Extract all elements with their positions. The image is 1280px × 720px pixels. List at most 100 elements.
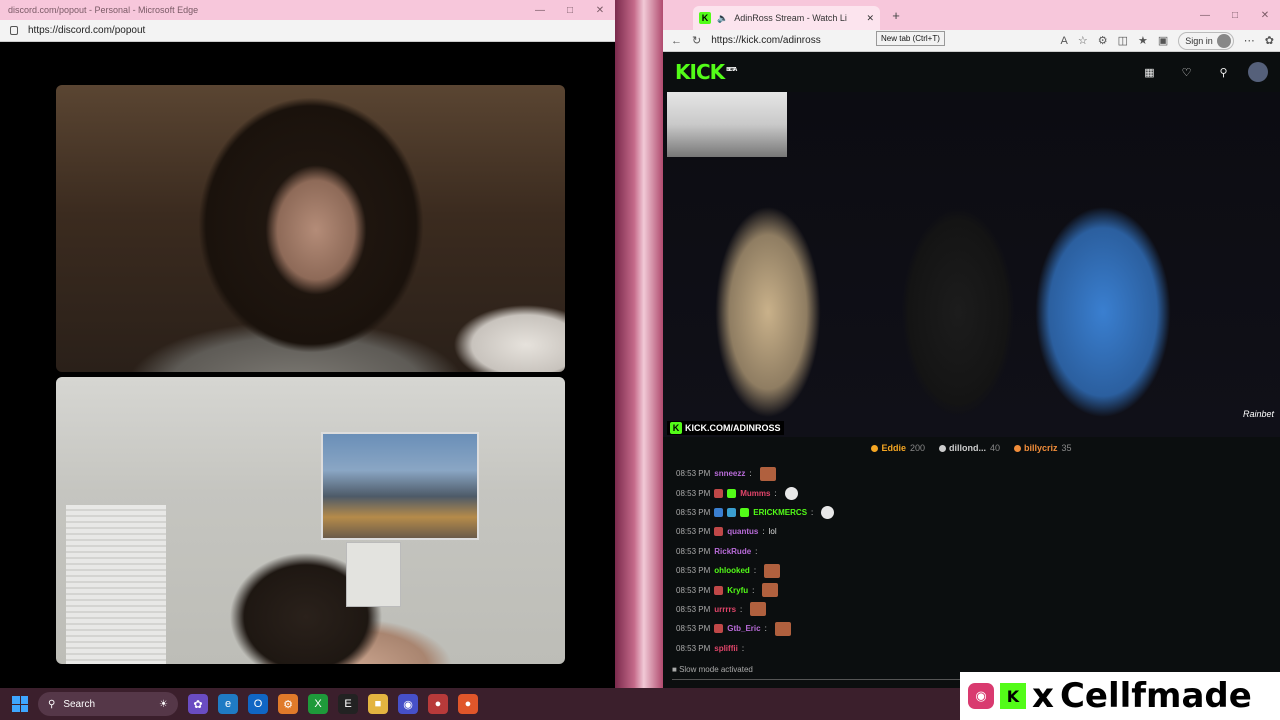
emote-icon (750, 602, 767, 617)
favorites-icon[interactable]: ★ (1138, 34, 1148, 47)
kick-window: K 🔈 AdinRoss Stream - Watch Li ✕ + — □ ✕… (663, 0, 1280, 690)
gifter-name: Eddie (881, 443, 906, 453)
gifter-item[interactable]: dillond... 40 (939, 443, 1000, 453)
more-options-icon[interactable]: ⋯ (1244, 34, 1255, 47)
user-avatar[interactable] (1248, 62, 1268, 82)
chat-username[interactable]: urrrrs (714, 605, 736, 614)
browse-icon[interactable]: ▦ (1131, 66, 1168, 79)
new-tab-button[interactable]: + (886, 8, 906, 23)
chat-username[interactable]: ohlooked (714, 566, 750, 575)
back-icon[interactable]: ← (671, 35, 682, 47)
obs-app-icon[interactable]: ◉ (398, 694, 418, 714)
collections-icon[interactable]: ▣ (1158, 34, 1168, 47)
file-explorer-app-icon[interactable]: ■ (368, 694, 388, 714)
left-titlebar[interactable]: discord.com/popout - Personal - Microsof… (0, 0, 615, 20)
chat-timestamp: 08:53 PM (676, 469, 711, 479)
favorite-star-icon[interactable]: ☆ (1078, 34, 1088, 47)
maximize-icon[interactable]: □ (1220, 10, 1250, 21)
chat-timestamp: 08:53 PM (676, 566, 711, 576)
chrome-app-icon[interactable]: ● (428, 694, 448, 714)
kick-favicon-icon: K (699, 12, 711, 24)
chat-username[interactable]: snneezz (714, 469, 745, 478)
chat-message[interactable]: 08:53 PM spliffii: (676, 639, 1280, 658)
chat-separator: : (764, 624, 767, 634)
chat-separator: : (753, 566, 757, 576)
kick-logo[interactable]: KICK BETA (675, 60, 737, 84)
kick-badge-icon: K (670, 422, 682, 434)
split-screen-icon[interactable]: ◫ (1118, 34, 1128, 47)
instagram-icon: ◉ (968, 683, 994, 709)
chat-separator: : (811, 507, 814, 517)
chat-message[interactable]: 08:53 PM RickRude: (676, 542, 1280, 561)
extensions-icon[interactable]: ⚙ (1098, 34, 1108, 47)
chat-timestamp: 08:53 PM (676, 488, 711, 498)
overlay-handle: Cellfmade (1059, 676, 1252, 716)
xbox-app-icon[interactable]: X (308, 694, 328, 714)
chat-badge-icon (727, 488, 737, 498)
window-blind (66, 505, 166, 664)
chat-badge-icon (714, 585, 724, 595)
video-tile-2[interactable] (56, 377, 565, 664)
tab-close-icon[interactable]: ✕ (866, 13, 874, 24)
air-conditioner (346, 542, 401, 607)
left-address-bar[interactable]: https://discord.com/popout (0, 20, 615, 42)
following-heart-icon[interactable]: ♡ (1168, 66, 1205, 79)
emote-icon (774, 621, 791, 636)
chat-username[interactable]: quantus (727, 527, 758, 536)
video-tile-1[interactable] (56, 85, 565, 372)
chat-username[interactable]: Mumms (740, 489, 770, 498)
chat-username[interactable]: Kryfu (727, 586, 748, 595)
speaker-icon[interactable]: 🔈 (717, 13, 728, 24)
chat-message[interactable]: 08:53 PM ERICKMERCS: (676, 503, 1280, 522)
gifter-item[interactable]: Eddie 200 (871, 443, 925, 453)
gifter-name: dillond... (949, 443, 986, 453)
video-player[interactable]: K KICK.COM/ADINROSS Rainbet (663, 92, 1280, 437)
chat-message[interactable]: 08:53 PM Mumms: (676, 483, 1280, 502)
close-icon[interactable]: ✕ (1250, 10, 1280, 21)
chat-text: lol (768, 527, 777, 537)
read-aloud-icon[interactable]: A (1060, 35, 1067, 47)
chat-message[interactable]: 08:53 PM urrrrs: (676, 600, 1280, 619)
chat-timestamp: 08:53 PM (676, 643, 711, 653)
chat-badge-icon (714, 488, 724, 498)
copilot-icon[interactable]: ✿ (1265, 34, 1274, 47)
settings-app-icon[interactable]: ⚙ (278, 694, 298, 714)
chat-username[interactable]: ERICKMERCS (753, 508, 807, 517)
tab-bar: K 🔈 AdinRoss Stream - Watch Li ✕ + — □ ✕ (663, 0, 1280, 30)
close-icon[interactable]: ✕ (585, 5, 615, 16)
chat-username[interactable]: spliffii (714, 644, 738, 653)
copilot-app-icon[interactable]: ✿ (188, 694, 208, 714)
epic-games-app-icon[interactable]: E (338, 694, 358, 714)
outlook-app-icon[interactable]: O (248, 694, 268, 714)
chat-message[interactable]: 08:53 PM quantus: lol (676, 522, 1280, 541)
sponsor-watermark: Rainbet (1242, 409, 1274, 419)
emote-icon (784, 486, 798, 500)
edge-app-icon[interactable]: e (218, 694, 238, 714)
chat-message[interactable]: 08:53 PM ohlooked: (676, 561, 1280, 580)
taskbar-search[interactable]: ⚲ Search ☀ (38, 692, 178, 716)
chat-timestamp: 08:53 PM (676, 624, 711, 634)
firefox-app-icon[interactable]: ● (458, 694, 478, 714)
emote-icon (762, 583, 779, 598)
sign-in-button[interactable]: Sign in (1178, 31, 1234, 50)
chat-message[interactable]: 08:53 PM Gtb_Eric: (676, 619, 1280, 638)
minimize-icon[interactable]: — (525, 5, 555, 16)
tab-adinross[interactable]: K 🔈 AdinRoss Stream - Watch Li ✕ (693, 6, 880, 30)
chat-message[interactable]: 08:53 PM Kryfu: (676, 580, 1280, 599)
chat-username[interactable]: RickRude (714, 547, 751, 556)
minimize-icon[interactable]: — (1190, 10, 1220, 21)
chat-separator: : (749, 469, 752, 479)
search-icon[interactable]: ⚲ (1205, 66, 1242, 79)
gifter-name: billycriz (1024, 443, 1058, 453)
chat-message[interactable]: 08:53 PM snneezz: (676, 464, 1280, 483)
chat-separator: : (741, 643, 745, 653)
refresh-icon[interactable]: ↻ (692, 34, 701, 47)
sign-in-label: Sign in (1185, 35, 1213, 46)
chat-username[interactable]: Gtb_Eric (727, 624, 760, 633)
gifter-item[interactable]: billycriz 35 (1014, 443, 1072, 453)
windows-start-icon[interactable] (12, 696, 28, 712)
gifter-count: 200 (909, 443, 925, 453)
maximize-icon[interactable]: □ (555, 5, 585, 16)
gifter-badge-icon (1014, 445, 1022, 452)
weather-sun-icon: ☀ (159, 698, 168, 710)
